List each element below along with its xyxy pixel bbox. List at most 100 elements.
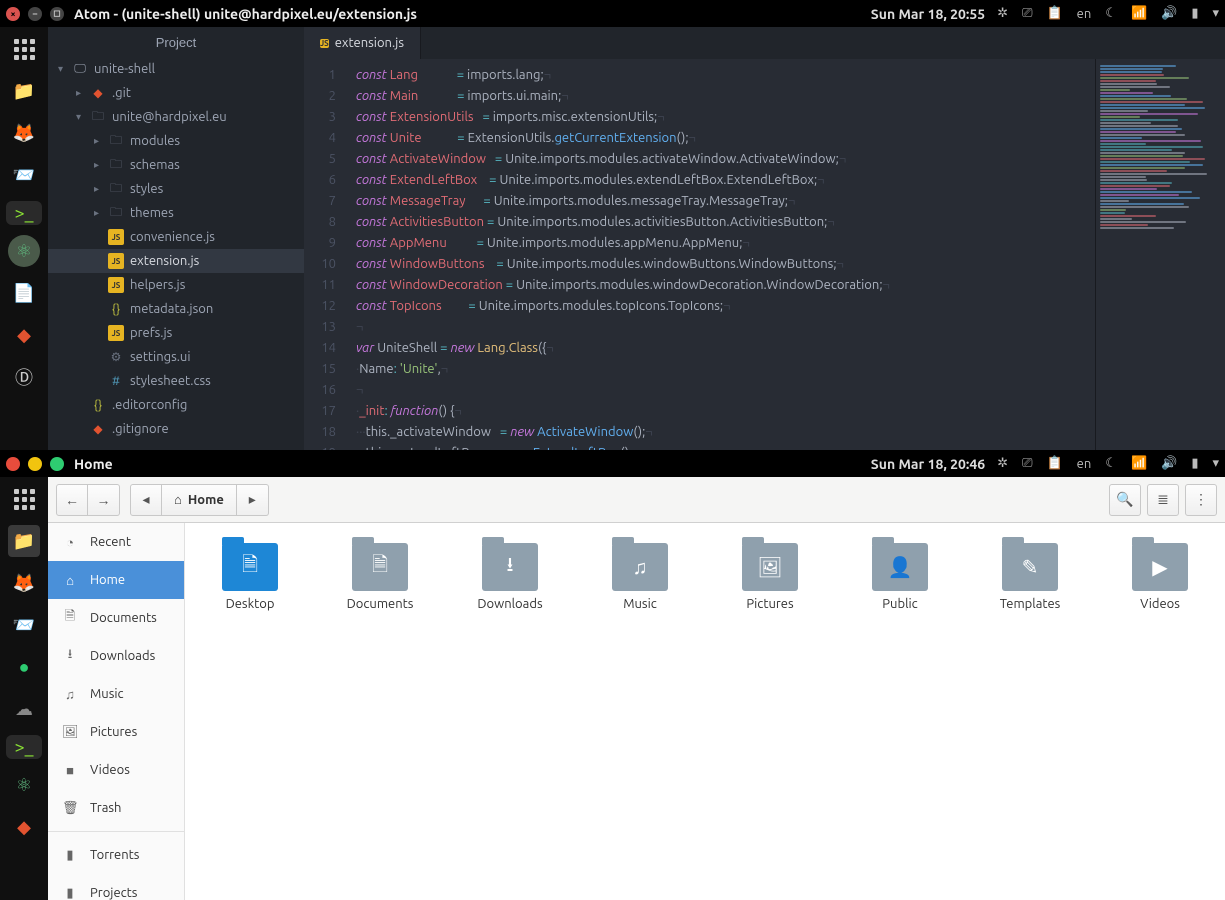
- sidebar-item[interactable]: ■Videos: [48, 751, 184, 789]
- places-sidebar[interactable]: ◔Recent⌂Home🗎Documents⭳Downloads♫Music🖼P…: [48, 523, 185, 900]
- js-icon: JS: [108, 229, 124, 245]
- sidebar-item[interactable]: 🗎Documents: [48, 599, 184, 637]
- volume-icon[interactable]: 🔊: [1161, 6, 1177, 21]
- window-maximize-button[interactable]: [50, 457, 64, 471]
- folder-item[interactable]: 🗎Desktop: [205, 543, 295, 880]
- battery-icon[interactable]: ▮: [1191, 456, 1198, 471]
- settings-icon[interactable]: ✲: [997, 6, 1008, 21]
- battery-icon[interactable]: ▮: [1191, 6, 1198, 21]
- folder-grid[interactable]: 🗎Desktop 🗎Documents ⭳Downloads ♫Music 🖼Pictu…: [185, 523, 1225, 900]
- tree-item[interactable]: ⚙settings.ui: [48, 345, 304, 369]
- mail-icon[interactable]: 📨: [8, 609, 40, 641]
- tree-root[interactable]: ▾🖵unite-shell: [48, 57, 304, 81]
- path-bar[interactable]: ◂ ⌂ Home ▸: [130, 484, 269, 516]
- tree-item[interactable]: {}metadata.json: [48, 297, 304, 321]
- window-minimize-button[interactable]: –: [28, 7, 42, 21]
- folder-icon: 👤: [872, 543, 928, 591]
- window-minimize-button[interactable]: [28, 457, 42, 471]
- files-icon[interactable]: 📁: [8, 75, 40, 107]
- tree-item[interactable]: ▸🗀schemas: [48, 153, 304, 177]
- tree-item[interactable]: JSconvenience.js: [48, 225, 304, 249]
- cloud-icon[interactable]: ☁: [8, 693, 40, 725]
- tree-item[interactable]: ◆.gitignore: [48, 417, 304, 441]
- clipboard-icon[interactable]: 📋: [1046, 456, 1062, 471]
- tree-item[interactable]: #stylesheet.css: [48, 369, 304, 393]
- sidebar-item[interactable]: ⌂Home: [48, 561, 184, 599]
- sidebar-item[interactable]: ♫Music: [48, 675, 184, 713]
- firefox-icon[interactable]: 🦊: [8, 567, 40, 599]
- sidebar-item[interactable]: 🖼Pictures: [48, 713, 184, 751]
- tree-item[interactable]: JSextension.js: [48, 249, 304, 273]
- sidebar-item[interactable]: ◔Recent: [48, 523, 184, 561]
- view-toggle-button[interactable]: ≣: [1147, 484, 1179, 516]
- minimap[interactable]: [1095, 59, 1225, 450]
- volume-icon[interactable]: 🔊: [1161, 456, 1177, 471]
- folder-item[interactable]: ▶Videos: [1115, 543, 1205, 880]
- folder-item[interactable]: ⭳Downloads: [465, 543, 555, 880]
- night-icon[interactable]: ☾: [1105, 456, 1117, 471]
- folder-item[interactable]: ♫Music: [595, 543, 685, 880]
- window-maximize-button[interactable]: ◻: [50, 7, 64, 21]
- project-tree[interactable]: ▾🖵unite-shell ▸◆.git▾🗀unite@hardpixel.eu…: [48, 57, 304, 450]
- sidebar-item[interactable]: 🗑Trash: [48, 789, 184, 827]
- search-button[interactable]: 🔍: [1109, 484, 1141, 516]
- tree-item[interactable]: JShelpers.js: [48, 273, 304, 297]
- tree-item[interactable]: {}.editorconfig: [48, 393, 304, 417]
- code-area[interactable]: 12345678910111213141516171819 const Lang…: [304, 59, 1225, 450]
- settings-icon[interactable]: ✲: [997, 456, 1008, 471]
- mail-icon[interactable]: 📨: [8, 159, 40, 191]
- night-icon[interactable]: ☾: [1105, 6, 1117, 21]
- window-close-button[interactable]: [6, 457, 20, 471]
- system-tray[interactable]: ✲ ⎚ 📋 en ☾ 📶 🔊 ▮ ▾: [997, 6, 1219, 21]
- tree-item[interactable]: JSprefs.js: [48, 321, 304, 345]
- folder-item[interactable]: ✎Templates: [985, 543, 1075, 880]
- disk-icon[interactable]: ⎚: [1022, 456, 1032, 471]
- sidebar-item[interactable]: ▮Torrents: [48, 836, 184, 874]
- clock[interactable]: Sun Mar 18, 20:46: [871, 456, 985, 472]
- wifi-icon[interactable]: 📶: [1131, 456, 1147, 471]
- tree-item[interactable]: ▸🗀styles: [48, 177, 304, 201]
- clock[interactable]: Sun Mar 18, 20:55: [871, 6, 985, 22]
- menu-caret-icon[interactable]: ▾: [1212, 456, 1219, 471]
- back-button[interactable]: ←: [56, 484, 88, 516]
- top-panel: × – ◻ Atom - (unite-shell) unite@hardpix…: [0, 0, 1225, 27]
- keyboard-lang[interactable]: en: [1077, 7, 1092, 21]
- apps-grid-icon[interactable]: [8, 483, 40, 515]
- atom-icon[interactable]: ⚛: [8, 235, 40, 267]
- terminal-icon[interactable]: >_: [6, 201, 42, 225]
- media-icon[interactable]: ●: [8, 651, 40, 683]
- path-home[interactable]: ⌂ Home: [162, 484, 237, 516]
- sublime-icon[interactable]: 📄: [8, 277, 40, 309]
- keyboard-lang[interactable]: en: [1077, 457, 1092, 471]
- folder-item[interactable]: 👤Public: [855, 543, 945, 880]
- disk-icon[interactable]: ⎚: [1022, 6, 1032, 21]
- terminal-icon[interactable]: >_: [6, 735, 42, 759]
- tree-item[interactable]: ▸◆.git: [48, 81, 304, 105]
- files-icon[interactable]: 📁: [8, 525, 40, 557]
- atom-icon[interactable]: ⚛: [8, 769, 40, 801]
- tree-item[interactable]: ▸🗀themes: [48, 201, 304, 225]
- apps-grid-icon[interactable]: [8, 33, 40, 65]
- folder-item[interactable]: 🗎Documents: [335, 543, 425, 880]
- path-next[interactable]: ▸: [237, 484, 269, 516]
- forward-button[interactable]: →: [88, 484, 120, 516]
- code-lines[interactable]: const Lang = imports.lang;¬const Main = …: [344, 59, 1095, 450]
- tree-item[interactable]: ▸🗀modules: [48, 129, 304, 153]
- menu-caret-icon[interactable]: ▾: [1212, 6, 1219, 21]
- path-prev[interactable]: ◂: [130, 484, 162, 516]
- tab-extension-js[interactable]: JS extension.js: [304, 27, 421, 59]
- git-icon[interactable]: ◆: [8, 319, 40, 351]
- wifi-icon[interactable]: 📶: [1131, 6, 1147, 21]
- gutter: 12345678910111213141516171819: [304, 59, 344, 450]
- sidebar-item[interactable]: ▮Projects: [48, 874, 184, 900]
- tree-item[interactable]: ▾🗀unite@hardpixel.eu: [48, 105, 304, 129]
- window-close-button[interactable]: ×: [6, 7, 20, 21]
- hamburger-button[interactable]: ⋮: [1185, 484, 1217, 516]
- system-tray[interactable]: ✲ ⎚ 📋 en ☾ 📶 🔊 ▮ ▾: [997, 456, 1219, 471]
- git-icon[interactable]: ◆: [8, 811, 40, 843]
- folder-item[interactable]: 🖼Pictures: [725, 543, 815, 880]
- dash-icon[interactable]: Ⓓ: [8, 361, 40, 393]
- sidebar-item[interactable]: ⭳Downloads: [48, 637, 184, 675]
- firefox-icon[interactable]: 🦊: [8, 117, 40, 149]
- clipboard-icon[interactable]: 📋: [1046, 6, 1062, 21]
